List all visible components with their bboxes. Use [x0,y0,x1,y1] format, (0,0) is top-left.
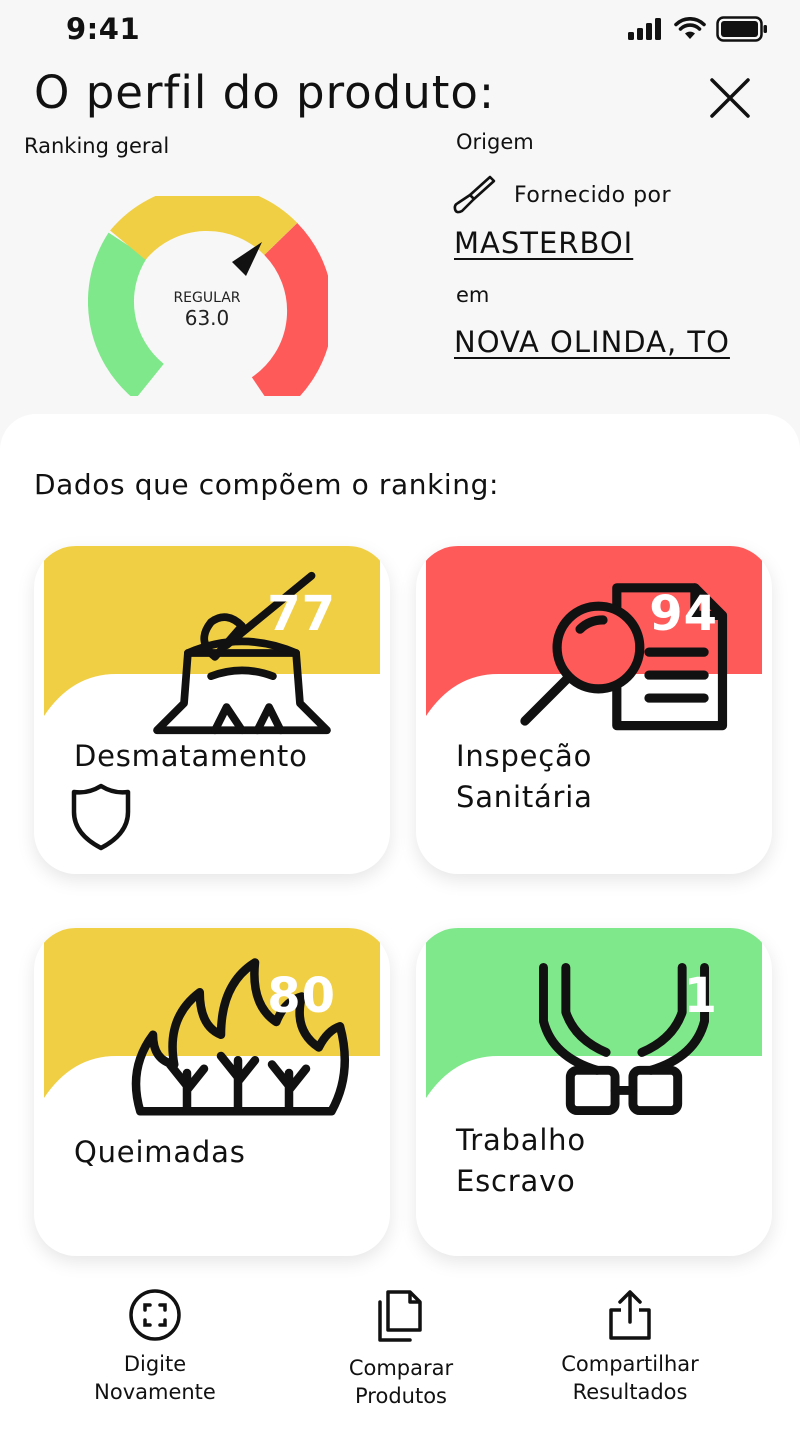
card-trabalho-escravo[interactable]: 1 Trabalho Escravo [416,928,772,1256]
nav-label: Digite Novamente [94,1352,216,1404]
close-button[interactable] [706,74,754,122]
ranking-status: REGULAR [173,290,241,306]
card-label: Trabalho Escravo [456,1123,586,1198]
nav-label: Compartilhar Resultados [561,1352,699,1404]
em-label: em [456,283,490,307]
ranking-score: 63.0 [184,306,230,330]
card-desmatamento[interactable]: 77 Desmatamento [34,546,390,874]
location-link[interactable]: NOVA OLINDA, TO [454,325,730,359]
ranking-gauge: REGULAR 63.0 [87,184,334,416]
card-inspecao-sanitaria[interactable]: 94 Inspeção Sanitária [416,546,772,874]
gauge-segment-mid [110,184,298,261]
status-bar: 9:41 [0,0,800,56]
card-score: 94 [649,586,718,642]
supplier-link[interactable]: MASTERBOI [454,226,633,260]
share-icon [609,1290,651,1340]
signal-icon [628,18,661,40]
card-score: 1 [683,968,718,1024]
compare-products-button[interactable]: Comparar Produtos [306,1288,496,1410]
panel-title: Dados que compõem o ranking: [34,468,500,501]
magnifier-document-icon [520,583,728,731]
scan-icon [129,1289,181,1341]
bottom-nav: Digite Novamente Comparar Produtos Compa… [0,1284,800,1430]
wifi-icon [674,17,706,39]
gauge-needle [232,242,262,276]
retype-button[interactable]: Digite Novamente [60,1288,250,1406]
origin-label: Origem [456,130,534,154]
status-time: 9:41 [66,12,141,46]
card-label: Desmatamento [74,739,308,773]
card-band: 94 [426,546,762,731]
tree-stump-axe-icon [153,571,331,735]
card-band: 1 [426,928,762,1116]
knife-icon [453,175,496,214]
card-band: 80 [44,928,380,1116]
documents-icon [378,1290,422,1342]
card-label: Queimadas [74,1135,246,1169]
card-queimadas[interactable]: 80 Queimadas [34,928,390,1256]
card-label: Inspeção Sanitária [456,739,593,814]
ranking-label: Ranking geral [24,134,170,158]
shield-icon [71,783,131,851]
page-title: O perfil do produto: [34,66,496,119]
card-score: 80 [267,968,336,1024]
card-score: 77 [267,586,336,642]
status-icons [628,16,768,42]
battery-icon [716,16,767,42]
chained-hands-icon [539,962,710,1116]
close-icon [710,78,750,118]
supplied-by-label: Fornecido por [514,183,672,208]
card-band: 77 [44,546,380,735]
nav-label: Comparar Produtos [348,1356,454,1408]
share-results-button[interactable]: Compartilhar Resultados [530,1288,730,1406]
fire-icon [131,958,350,1116]
